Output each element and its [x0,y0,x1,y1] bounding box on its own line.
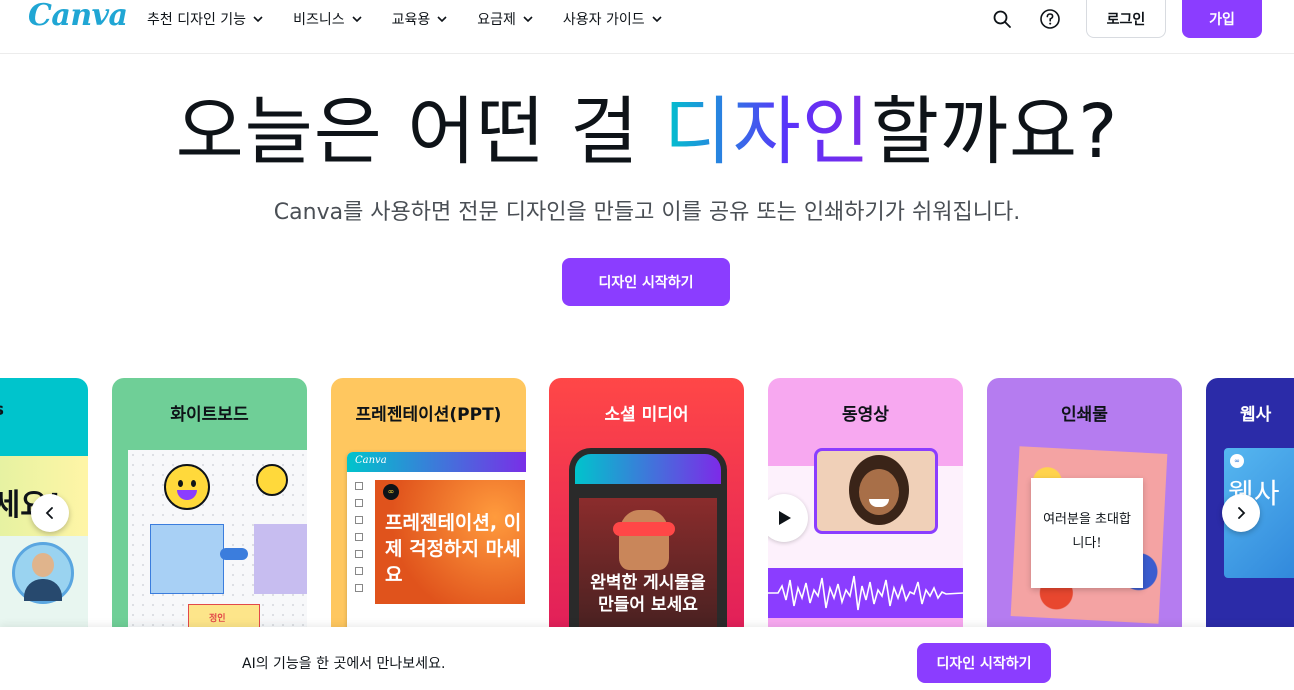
red-note: 정인 [188,604,260,628]
smiley-sticker [164,464,210,510]
bottom-start-design-button[interactable]: 디자인 시작하기 [917,643,1051,683]
connector [220,548,248,560]
slide-headline: 프레젠테이션, 이제 걱정하지 마세요 [385,512,522,586]
card-title: 프레젠테이션(PPT) [355,405,502,425]
purple-note [254,524,307,594]
note-text: 정인 [209,614,226,624]
chevron-down-icon [652,16,662,23]
nav-business[interactable]: 비즈니스 [293,6,362,32]
chevron-down-icon [523,16,533,23]
signup-button[interactable]: 가입 [1182,0,1262,38]
presentation-editor-mock: Canva ∞ 프레젠테이션, 이제 걱정하지 마세요 [347,452,526,628]
whiteboard-artwork: 정인 [128,450,307,628]
canva-logo[interactable]: Canva [28,0,128,33]
category-card-social-media[interactable]: 소셜 미디어 완벽한 게시물을 만들어 보세요 [549,378,744,628]
nav-pricing[interactable]: 요금제 [477,6,533,32]
card-artwork: 하세요! [0,456,88,628]
chevron-down-icon [352,16,362,23]
category-card-print[interactable]: 인쇄물 여러분을 초대합니다! [987,378,1182,628]
nav-label: 요금제 [477,12,516,28]
nav-education[interactable]: 교육용 [392,6,448,32]
carousel-prev-button[interactable] [31,494,69,532]
nav-label: 교육용 [391,12,431,28]
help-icon[interactable] [1037,6,1063,32]
card-title: 동영상 [842,405,889,425]
nav-featured-design[interactable]: 추천 디자인 기능 [147,6,263,32]
phone-mockup: 완벽한 게시물을 만들어 보세요 [569,448,727,628]
nav-label: 추천 디자인 기능 [147,12,247,28]
person-avatar [12,542,74,604]
nav-label: 비즈니스 [293,12,345,28]
hero-title-end: 할까요? [870,89,1119,175]
hero-title-highlight: 디자인 [663,89,871,175]
sticky-bottom-bar: AI의 기능을 한 곳에서 만나보세요. 디자인 시작하기 [0,627,1294,690]
card-title: 웹사 [1240,405,1272,425]
editor-side-tools [355,482,365,628]
login-button[interactable]: 로그인 [1086,0,1166,38]
category-card-whiteboard[interactable]: 화이트보드 정인 [112,378,307,628]
top-navigation-bar: Canva 추천 디자인 기능 비즈니스 교육용 요금제 사용자 가이드 로그인… [0,0,1294,54]
lightbulb-sticker [256,464,288,496]
hero-title-start: 오늘은 어떤 걸 [175,89,664,175]
card-title: 인쇄물 [1061,405,1108,425]
nav-user-guide[interactable]: 사용자 가이드 [563,6,662,32]
card-title: 화이트보드 [170,405,249,425]
phone-toolbar [575,454,721,484]
search-icon[interactable] [989,6,1015,32]
category-card-video[interactable]: 동영상 [768,378,963,628]
invitation-text: 여러분을 초대합니다! [1043,512,1131,551]
blue-note [150,524,224,594]
video-thumbnail [814,448,938,534]
invitation-card: 여러분을 초대합니다! [1031,478,1143,588]
start-design-button[interactable]: 디자인 시작하기 [562,258,730,306]
category-card-presentation[interactable]: 프레젠테이션(PPT) Canva ∞ 프레젠테이션, 이제 걱정하지 마세요 [331,378,526,628]
audio-waveform [768,568,963,618]
chevron-down-icon [253,16,263,23]
chevron-down-icon [437,16,447,23]
presentation-slide: ∞ 프레젠테이션, 이제 걱정하지 마세요 [375,480,525,604]
hero-title: 오늘은 어떤 걸 디자인할까요? [0,72,1294,179]
ai-features-text: AI의 기능을 한 곳에서 만나보세요. [242,656,446,672]
chevron-right-icon [1238,507,1246,519]
social-post: 완벽한 게시물을 만들어 보세요 [579,498,717,628]
card-title: 소셜 미디어 [604,405,689,425]
design-category-carousel: cs 하세요! 화이트보드 정인 [0,378,1294,628]
carousel-next-button[interactable] [1222,494,1260,532]
editor-logo: Canva [355,455,387,466]
hero-subtitle: Canva를 사용하면 전문 디자인을 만들고 이를 공유 또는 인쇄하기가 쉬… [273,200,1021,225]
editor-toolbar: Canva [347,452,526,472]
post-headline: 완벽한 게시물을 만들어 보세요 [590,573,706,615]
main-nav: 추천 디자인 기능 비즈니스 교육용 요금제 사용자 가이드 [147,6,692,32]
card-title: cs [0,400,88,420]
nav-label: 사용자 가이드 [562,12,645,28]
chevron-left-icon [45,507,53,519]
